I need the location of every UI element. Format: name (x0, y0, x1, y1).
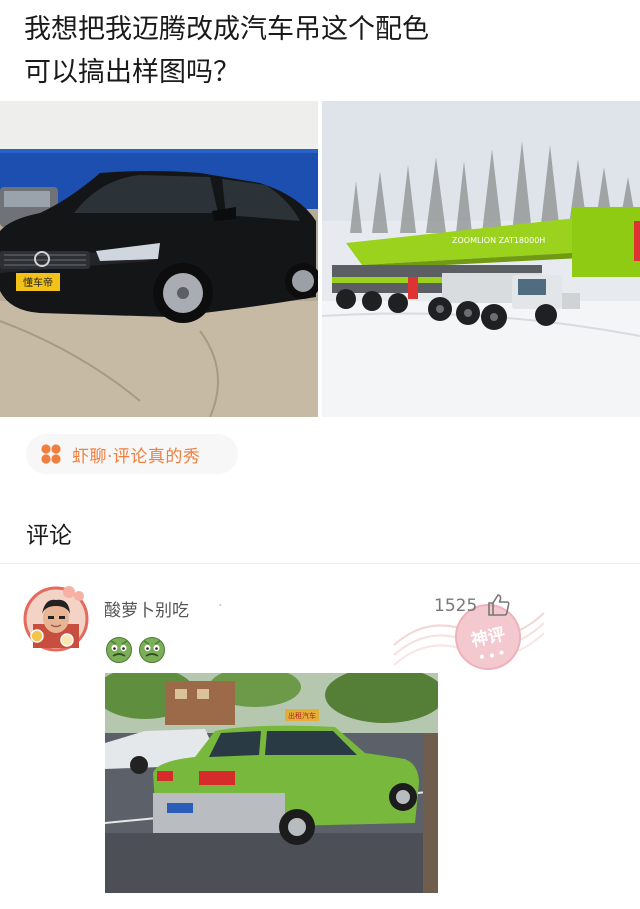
four-dots-icon (41, 444, 61, 464)
zombie-face-emoji (106, 637, 132, 663)
post-title-line-1: 我想把我迈腾改成汽车吊这个配色 (24, 14, 429, 45)
thumbs-up-icon[interactable] (486, 592, 512, 618)
zombie-face-emoji (139, 637, 165, 663)
commenter-avatar[interactable] (23, 586, 89, 652)
topic-label: 虾聊·评论真的秀 (72, 446, 201, 467)
post-image-sedan[interactable]: 懂车帝 (0, 101, 318, 417)
crane-boom-text: ZOOMLION ZAT18000H (452, 236, 545, 245)
commenter-username[interactable]: 酸萝卜别吃 (104, 596, 189, 621)
username-separator: · (218, 598, 223, 614)
like-count: 1525 (434, 596, 478, 616)
sedan-plate-text: 懂车帝 (23, 276, 53, 289)
sedan-photo: 懂车帝 (0, 101, 318, 417)
section-divider (0, 563, 640, 564)
post-title-line-2: 可以搞出样图吗？ (24, 57, 240, 88)
post-title: 我想把我迈腾改成汽车吊这个配色 可以搞出样图吗？ (24, 8, 614, 94)
taxi-photo: 出租汽车 (105, 673, 438, 893)
comments-section-title: 评论 (26, 523, 72, 549)
taxi-sign-text: 出租汽车 (288, 711, 316, 720)
topic-chip[interactable]: 虾聊·评论真的秀 (26, 434, 238, 474)
post-image-crane[interactable]: ZOOMLION ZAT18000H (322, 101, 640, 417)
crane-photo: ZOOMLION ZAT18000H (322, 101, 640, 417)
comment-image-taxi[interactable]: 出租汽车 (105, 673, 438, 893)
